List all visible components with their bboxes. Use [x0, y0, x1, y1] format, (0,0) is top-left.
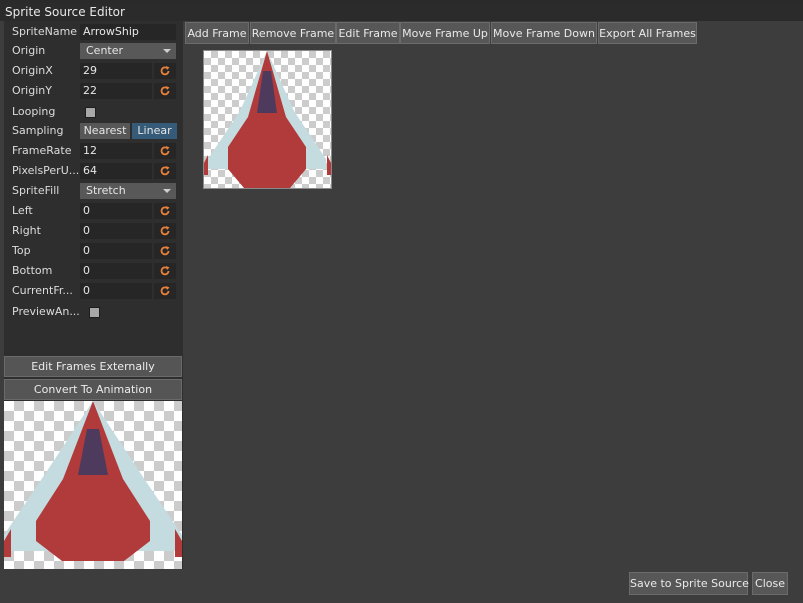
- export-all-frames-button[interactable]: Export All Frames: [598, 22, 697, 44]
- origin-dropdown[interactable]: Center: [80, 43, 176, 59]
- origin-x-field[interactable]: 29: [80, 63, 152, 79]
- prop-frame-rate: FrameRate 12: [4, 141, 183, 161]
- prop-bottom: Bottom 0: [4, 261, 183, 281]
- prop-label: OriginX: [12, 64, 53, 77]
- frame-thumbnail[interactable]: [203, 50, 332, 189]
- prop-label: Looping: [12, 105, 56, 118]
- prop-current-frame: CurrentFr... 0: [4, 281, 183, 301]
- current-frame-reset-button[interactable]: [154, 283, 176, 299]
- prop-label: Right: [12, 224, 41, 237]
- prop-sprite-name: SpriteName ArrowShip: [4, 22, 183, 42]
- sprite-name-field[interactable]: ArrowShip: [80, 24, 176, 40]
- prop-label: Bottom: [12, 264, 53, 277]
- prop-pixels-per-unit: PixelsPerU... 64: [4, 161, 183, 181]
- bottom-field[interactable]: 0: [80, 263, 152, 279]
- prop-origin-y: OriginY 22: [4, 81, 183, 101]
- sprite-source-editor-window: SpriteName ArrowShip Origin Center Origi…: [0, 21, 803, 603]
- prop-label: Sampling: [12, 124, 64, 137]
- left-field[interactable]: 0: [80, 203, 152, 219]
- prop-label: Left: [12, 204, 33, 217]
- prop-sprite-fill: SpriteFill Stretch: [4, 181, 183, 201]
- current-frame-field[interactable]: 0: [80, 283, 152, 299]
- frame-thumbnail-image: [204, 51, 331, 188]
- prop-label: Origin: [12, 44, 46, 57]
- prop-origin: Origin Center: [4, 41, 183, 61]
- sprite-fill-dropdown[interactable]: Stretch: [80, 183, 176, 199]
- sampling-nearest-option[interactable]: Nearest: [80, 123, 130, 139]
- pixels-per-unit-reset-button[interactable]: [154, 163, 176, 179]
- edit-frame-button[interactable]: Edit Frame: [336, 22, 400, 44]
- chevron-down-icon: [163, 189, 171, 193]
- origin-y-field[interactable]: 22: [80, 83, 152, 99]
- looping-checkbox[interactable]: [85, 107, 96, 118]
- top-field[interactable]: 0: [80, 243, 152, 259]
- prop-preview-animation: PreviewAn...: [4, 302, 183, 322]
- edit-frames-externally-button[interactable]: Edit Frames Externally: [4, 356, 182, 377]
- reset-icon: [160, 226, 170, 236]
- frame-rate-field[interactable]: 12: [80, 143, 152, 159]
- window-title: Sprite Source Editor: [0, 3, 803, 21]
- prop-origin-x: OriginX 29: [4, 61, 183, 81]
- prop-label: SpriteFill: [12, 184, 60, 197]
- reset-icon: [160, 66, 170, 76]
- bottom-reset-button[interactable]: [154, 263, 176, 279]
- prop-label: CurrentFr...: [12, 284, 73, 297]
- origin-dropdown-value: Center: [86, 44, 124, 57]
- right-field[interactable]: 0: [80, 223, 152, 239]
- prop-looping: Looping: [4, 102, 183, 122]
- reset-icon: [160, 146, 170, 156]
- reset-icon: [160, 286, 170, 296]
- prop-top: Top 0: [4, 241, 183, 261]
- sampling-linear-option[interactable]: Linear: [132, 123, 177, 139]
- reset-icon: [160, 166, 170, 176]
- top-reset-button[interactable]: [154, 243, 176, 259]
- convert-to-animation-button[interactable]: Convert To Animation: [4, 379, 182, 400]
- pixels-per-unit-field[interactable]: 64: [80, 163, 152, 179]
- prop-label: OriginY: [12, 84, 52, 97]
- prop-label: SpriteName: [12, 25, 78, 38]
- sprite-preview: [4, 401, 182, 569]
- reset-icon: [160, 86, 170, 96]
- add-frame-button[interactable]: Add Frame: [185, 22, 249, 44]
- right-reset-button[interactable]: [154, 223, 176, 239]
- sprite-preview-image: [4, 401, 182, 561]
- reset-icon: [160, 206, 170, 216]
- chevron-down-icon: [163, 49, 171, 53]
- left-reset-button[interactable]: [154, 203, 176, 219]
- save-to-sprite-source-button[interactable]: Save to Sprite Source: [629, 572, 749, 595]
- prop-label: Top: [12, 244, 31, 257]
- close-button[interactable]: Close: [752, 572, 788, 595]
- reset-icon: [160, 266, 170, 276]
- prop-label: FrameRate: [12, 144, 72, 157]
- preview-animation-checkbox[interactable]: [89, 307, 100, 318]
- prop-sampling: Sampling Nearest Linear: [4, 121, 183, 141]
- sprite-fill-dropdown-value: Stretch: [86, 184, 126, 197]
- frame-rate-reset-button[interactable]: [154, 143, 176, 159]
- origin-y-reset-button[interactable]: [154, 83, 176, 99]
- prop-right: Right 0: [4, 221, 183, 241]
- prop-label: PixelsPerU...: [12, 164, 80, 177]
- remove-frame-button[interactable]: Remove Frame: [250, 22, 336, 44]
- move-frame-up-button[interactable]: Move Frame Up: [400, 22, 490, 44]
- origin-x-reset-button[interactable]: [154, 63, 176, 79]
- prop-left: Left 0: [4, 201, 183, 221]
- reset-icon: [160, 246, 170, 256]
- move-frame-down-button[interactable]: Move Frame Down: [491, 22, 597, 44]
- prop-label: PreviewAn...: [12, 305, 80, 318]
